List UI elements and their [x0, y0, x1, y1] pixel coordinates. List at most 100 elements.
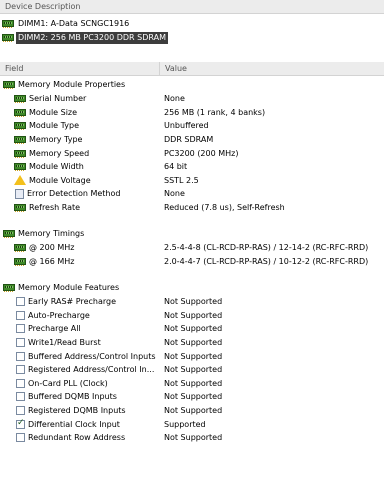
document-icon — [15, 188, 24, 199]
field-label: Module Type — [29, 121, 80, 131]
table-row[interactable]: @ 200 MHz 2.5-4-4-8 (CL-RCD-RP-RAS) / 12… — [0, 241, 384, 255]
device-label: DIMM1: A-Data SCNGC1916 — [18, 18, 130, 28]
table-row[interactable]: Registered Address/Control In... Not Sup… — [0, 363, 384, 377]
table-row[interactable]: Auto-Precharge Not Supported — [0, 309, 384, 323]
field-label: Differential Clock Input — [28, 419, 120, 429]
table-row[interactable]: Buffered DQMB Inputs Not Supported — [0, 390, 384, 404]
field-value: 2.5-4-4-8 (CL-RCD-RP-RAS) / 12-14-2 (RC-… — [164, 242, 369, 252]
checkbox[interactable] — [16, 297, 25, 307]
device-item-dimm1[interactable]: DIMM1: A-Data SCNGC1916 — [2, 17, 131, 30]
field-label: Module Width — [29, 162, 84, 172]
section-title: Memory Module Properties — [18, 80, 126, 90]
field-value: Not Supported — [164, 324, 223, 334]
field-label: Module Voltage — [29, 175, 91, 185]
field-label: Module Size — [29, 107, 78, 117]
ram-icon — [3, 284, 15, 293]
field-label: Memory Speed — [29, 148, 90, 158]
field-value: Supported — [164, 419, 206, 429]
field-column-header[interactable]: Field — [0, 62, 160, 75]
checkbox[interactable] — [16, 392, 25, 402]
ram-icon — [2, 20, 14, 28]
ram-icon — [14, 122, 26, 131]
table-row[interactable]: Module Voltage SSTL 2.5 — [0, 174, 384, 188]
table-row[interactable]: Registered DQMB Inputs Not Supported — [0, 404, 384, 418]
column-header: Field Value — [0, 62, 384, 76]
field-label: @ 200 MHz — [29, 242, 75, 252]
ram-icon — [14, 257, 26, 266]
table-row[interactable]: Memory Type DDR SDRAM — [0, 133, 384, 147]
ram-icon — [2, 34, 14, 42]
ram-icon — [14, 163, 26, 172]
field-label: On-Card PLL (Clock) — [28, 378, 108, 388]
section-memory-module-features[interactable]: Memory Module Features — [0, 281, 384, 295]
field-value: PC3200 (200 MHz) — [164, 148, 239, 158]
ram-icon — [14, 95, 26, 104]
field-value: None — [164, 189, 185, 199]
field-value: Not Supported — [164, 297, 223, 307]
table-row[interactable]: On-Card PLL (Clock) Not Supported — [0, 377, 384, 391]
ram-icon — [3, 230, 15, 239]
section-memory-timings[interactable]: Memory Timings — [0, 227, 384, 241]
table-row[interactable]: Module Width 64 bit — [0, 160, 384, 174]
table-row[interactable]: Write1/Read Burst Not Supported — [0, 336, 384, 350]
field-label: Registered Address/Control In... — [28, 365, 155, 375]
field-label: @ 166 MHz — [29, 256, 75, 266]
field-value: Not Supported — [164, 406, 223, 416]
warning-icon — [14, 175, 26, 186]
table-row[interactable]: Memory Speed PC3200 (200 MHz) — [0, 146, 384, 160]
device-label: DIMM2: 256 MB PC3200 DDR SDRAM — [16, 31, 168, 44]
field-value: Not Supported — [164, 351, 223, 361]
field-value: Not Supported — [164, 310, 223, 320]
table-row[interactable]: Module Type Unbuffered — [0, 119, 384, 133]
device-item-dimm2[interactable]: DIMM2: 256 MB PC3200 DDR SDRAM — [2, 31, 168, 44]
checkbox[interactable] — [16, 365, 25, 375]
field-value: Unbuffered — [164, 121, 209, 131]
field-label: Early RAS# Precharge — [28, 297, 117, 307]
field-label: Write1/Read Burst — [28, 338, 101, 348]
checkbox[interactable] — [16, 406, 25, 416]
table-row[interactable]: Differential Clock Input Supported — [0, 417, 384, 431]
checkbox[interactable] — [16, 338, 25, 348]
field-label: Auto-Precharge — [28, 310, 90, 320]
table-row[interactable]: Module Size 256 MB (1 rank, 4 banks) — [0, 106, 384, 120]
checkbox[interactable] — [16, 324, 25, 334]
field-label: Registered DQMB Inputs — [28, 406, 126, 416]
ram-icon — [14, 243, 26, 252]
table-row[interactable]: Precharge All Not Supported — [0, 322, 384, 336]
field-value: 64 bit — [164, 162, 188, 172]
field-label: Precharge All — [28, 324, 81, 334]
field-label: Error Detection Method — [27, 189, 121, 199]
table-row[interactable]: Redundant Row Address Not Supported — [0, 431, 384, 445]
table-row[interactable]: Error Detection Method None — [0, 187, 384, 201]
field-value: Not Supported — [164, 365, 223, 375]
value-column-header[interactable]: Value — [160, 62, 384, 75]
ram-icon — [14, 204, 26, 213]
checkbox-checked[interactable] — [16, 418, 25, 429]
field-label: Refresh Rate — [29, 203, 81, 213]
checkbox[interactable] — [16, 378, 25, 388]
checkbox[interactable] — [16, 433, 25, 443]
checkbox[interactable] — [16, 351, 25, 361]
field-label: Buffered Address/Control Inputs — [28, 351, 156, 361]
table-row[interactable]: Serial Number None — [0, 92, 384, 106]
checkbox[interactable] — [16, 310, 25, 320]
section-memory-module-properties[interactable]: Memory Module Properties — [0, 78, 384, 92]
field-value: None — [164, 94, 185, 104]
section-title: Memory Module Features — [18, 283, 120, 293]
device-description-header[interactable]: Device Description — [0, 0, 384, 14]
section-title: Memory Timings — [18, 229, 85, 239]
field-value: Not Supported — [164, 392, 223, 402]
field-value: Not Supported — [164, 433, 223, 443]
ram-icon — [14, 108, 26, 117]
ram-icon — [14, 136, 26, 145]
table-row[interactable]: Early RAS# Precharge Not Supported — [0, 295, 384, 309]
field-label: Buffered DQMB Inputs — [28, 392, 117, 402]
table-row[interactable]: @ 166 MHz 2.0-4-4-7 (CL-RCD-RP-RAS) / 10… — [0, 255, 384, 269]
field-value: 256 MB (1 rank, 4 banks) — [164, 107, 266, 117]
table-row[interactable]: Buffered Address/Control Inputs Not Supp… — [0, 349, 384, 363]
field-label: Redundant Row Address — [28, 433, 126, 443]
table-row[interactable]: Refresh Rate Reduced (7.8 us), Self-Refr… — [0, 201, 384, 215]
ram-icon — [14, 149, 26, 158]
field-value: Reduced (7.8 us), Self-Refresh — [164, 203, 285, 213]
ram-icon — [3, 81, 15, 90]
